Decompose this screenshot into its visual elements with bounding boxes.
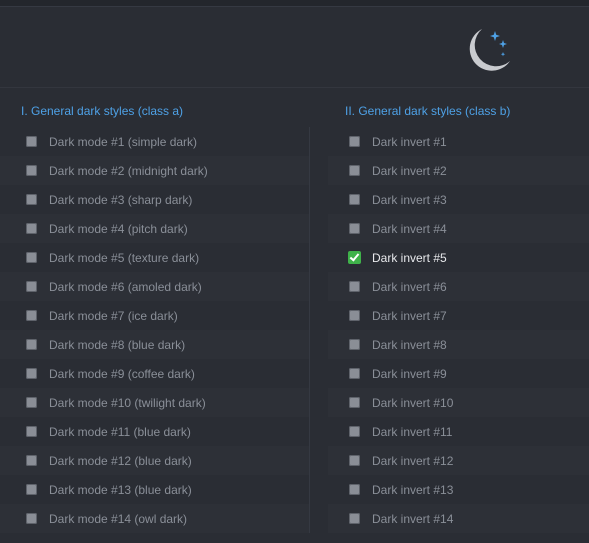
checkbox[interactable] <box>26 339 37 350</box>
checkbox[interactable] <box>349 165 360 176</box>
class-a-option-row[interactable]: Dark mode #2 (midnight dark) <box>0 156 310 185</box>
class-a-option-label[interactable]: Dark mode #7 (ice dark) <box>49 309 178 323</box>
class-b-option-label[interactable]: Dark invert #6 <box>372 280 447 294</box>
checkbox-checked[interactable] <box>348 251 361 264</box>
class-b-option-row[interactable]: Dark invert #4 <box>328 214 589 243</box>
class-b-option-label[interactable]: Dark invert #12 <box>372 454 453 468</box>
checkbox[interactable] <box>26 281 37 292</box>
checkbox[interactable] <box>26 165 37 176</box>
class-a-option-row[interactable]: Dark mode #9 (coffee dark) <box>0 359 310 388</box>
class-a-section: I. General dark styles (class a) Dark mo… <box>0 95 310 533</box>
class-a-option-row[interactable]: Dark mode #3 (sharp dark) <box>0 185 310 214</box>
class-b-option-label[interactable]: Dark invert #11 <box>372 425 452 439</box>
class-b-title: II. General dark styles (class b) <box>345 104 511 118</box>
class-a-option-label[interactable]: Dark mode #3 (sharp dark) <box>49 193 192 207</box>
checkbox[interactable] <box>349 426 360 437</box>
class-a-option-label[interactable]: Dark mode #12 (blue dark) <box>49 454 192 468</box>
checkbox[interactable] <box>26 252 37 263</box>
class-b-option-label[interactable]: Dark invert #2 <box>372 164 447 178</box>
class-a-option-row[interactable]: Dark mode #4 (pitch dark) <box>0 214 310 243</box>
class-b-option-row[interactable]: Dark invert #14 <box>328 504 589 533</box>
class-b-option-row[interactable]: Dark invert #3 <box>328 185 589 214</box>
class-b-option-row[interactable]: Dark invert #9 <box>328 359 589 388</box>
checkbox[interactable] <box>349 281 360 292</box>
class-a-option-label[interactable]: Dark mode #1 (simple dark) <box>49 135 197 149</box>
top-bar <box>0 0 589 7</box>
class-b-option-row[interactable]: Dark invert #13 <box>328 475 589 504</box>
class-b-option-row[interactable]: Dark invert #8 <box>328 330 589 359</box>
class-a-option-label[interactable]: Dark mode #10 (twilight dark) <box>49 396 206 410</box>
checkbox[interactable] <box>26 310 37 321</box>
class-b-option-label[interactable]: Dark invert #7 <box>372 309 447 323</box>
checkbox[interactable] <box>26 455 37 466</box>
checkbox[interactable] <box>349 223 360 234</box>
checkbox[interactable] <box>349 513 360 524</box>
class-a-option-row[interactable]: Dark mode #10 (twilight dark) <box>0 388 310 417</box>
class-a-option-row[interactable]: Dark mode #6 (amoled dark) <box>0 272 310 301</box>
class-a-option-row[interactable]: Dark mode #8 (blue dark) <box>0 330 310 359</box>
class-a-option-label[interactable]: Dark mode #11 (blue dark) <box>49 425 191 439</box>
class-b-option-row[interactable]: Dark invert #12 <box>328 446 589 475</box>
checkbox[interactable] <box>26 223 37 234</box>
checkbox[interactable] <box>349 455 360 466</box>
class-a-option-row[interactable]: Dark mode #5 (texture dark) <box>0 243 310 272</box>
checkbox[interactable] <box>349 136 360 147</box>
class-b-option-label[interactable]: Dark invert #5 <box>372 251 447 265</box>
checkbox[interactable] <box>26 397 37 408</box>
class-a-option-row[interactable]: Dark mode #1 (simple dark) <box>0 127 310 156</box>
class-b-list: Dark invert #1 Dark invert #2 Dark invert … <box>328 127 589 533</box>
checkbox[interactable] <box>26 484 37 495</box>
class-a-option-row[interactable]: Dark mode #11 (blue dark) <box>0 417 310 446</box>
class-a-option-label[interactable]: Dark mode #2 (midnight dark) <box>49 164 208 178</box>
checkbox[interactable] <box>349 368 360 379</box>
class-b-option-label[interactable]: Dark invert #3 <box>372 193 447 207</box>
checkbox[interactable] <box>26 426 37 437</box>
class-b-option-label[interactable]: Dark invert #9 <box>372 367 447 381</box>
class-a-option-label[interactable]: Dark mode #13 (blue dark) <box>49 483 192 497</box>
checkbox[interactable] <box>349 194 360 205</box>
class-a-list: Dark mode #1 (simple dark) Dark mode #2 (… <box>0 127 310 533</box>
class-b-section: II. General dark styles (class b) Dark i… <box>328 95 589 533</box>
class-b-option-row[interactable]: Dark invert #6 <box>328 272 589 301</box>
class-b-option-label[interactable]: Dark invert #8 <box>372 338 447 352</box>
class-a-option-label[interactable]: Dark mode #14 (owl dark) <box>49 512 187 526</box>
class-b-option-row[interactable]: Dark invert #2 <box>328 156 589 185</box>
class-b-option-row[interactable]: Dark invert #11 <box>328 417 589 446</box>
class-a-option-row[interactable]: Dark mode #12 (blue dark) <box>0 446 310 475</box>
class-a-option-label[interactable]: Dark mode #5 (texture dark) <box>49 251 199 265</box>
class-a-option-label[interactable]: Dark mode #6 (amoled dark) <box>49 280 202 294</box>
moon-stars-icon[interactable] <box>458 25 516 83</box>
class-b-option-label[interactable]: Dark invert #13 <box>372 483 453 497</box>
class-b-option-label[interactable]: Dark invert #4 <box>372 222 447 236</box>
class-a-option-row[interactable]: Dark mode #14 (owl dark) <box>0 504 310 533</box>
class-b-option-row[interactable]: Dark invert #5 <box>328 243 589 272</box>
class-a-title: I. General dark styles (class a) <box>21 104 184 118</box>
class-a-option-row[interactable]: Dark mode #13 (blue dark) <box>0 475 310 504</box>
checkbox[interactable] <box>349 484 360 495</box>
checkbox[interactable] <box>26 194 37 205</box>
header <box>0 7 589 88</box>
class-b-option-label[interactable]: Dark invert #14 <box>372 512 453 526</box>
class-a-option-label[interactable]: Dark mode #9 (coffee dark) <box>49 367 195 381</box>
class-a-option-label[interactable]: Dark mode #8 (blue dark) <box>49 338 185 352</box>
class-b-option-row[interactable]: Dark invert #10 <box>328 388 589 417</box>
class-b-option-row[interactable]: Dark invert #7 <box>328 301 589 330</box>
class-a-option-row[interactable]: Dark mode #7 (ice dark) <box>0 301 310 330</box>
checkbox[interactable] <box>349 310 360 321</box>
checkbox[interactable] <box>26 136 37 147</box>
class-b-option-label[interactable]: Dark invert #1 <box>372 135 447 149</box>
checkbox[interactable] <box>26 368 37 379</box>
checkbox[interactable] <box>26 513 37 524</box>
checkbox[interactable] <box>349 339 360 350</box>
checkbox[interactable] <box>349 397 360 408</box>
class-b-option-label[interactable]: Dark invert #10 <box>372 396 453 410</box>
class-a-option-label[interactable]: Dark mode #4 (pitch dark) <box>49 222 188 236</box>
class-b-option-row[interactable]: Dark invert #1 <box>328 127 589 156</box>
